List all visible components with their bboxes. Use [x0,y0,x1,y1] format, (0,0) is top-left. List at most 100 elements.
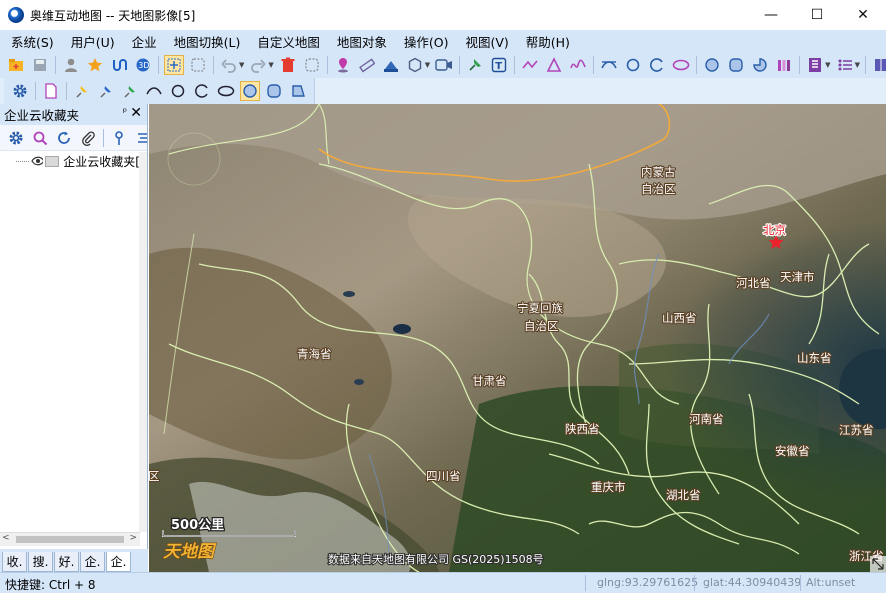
polyline-icon[interactable] [520,55,540,75]
separator [514,56,516,74]
book-icon[interactable] [871,55,886,75]
triangle-icon[interactable] [544,55,564,75]
minimize-button[interactable]: — [748,0,794,30]
satellite-map[interactable]: 内蒙古 自治区 北京 河北省 天津市 宁夏回族 自治区 山西省 青海省 甘肃省 … [149,104,886,572]
view-3d-icon[interactable]: 3D [133,55,153,75]
layers-icon[interactable] [805,55,825,75]
horizontal-scrollbar[interactable]: < > [0,532,140,546]
arc-outline-icon[interactable] [192,81,212,101]
delete-icon[interactable] [278,55,298,75]
separator [66,82,67,100]
filled-circle-icon[interactable] [702,55,722,75]
arc-icon[interactable] [647,55,667,75]
separator [158,56,159,74]
select-tool-icon[interactable] [164,55,184,75]
tab-favorites[interactable]: 收. [2,552,27,572]
panel-settings-icon[interactable] [6,128,26,148]
filled-polygon-icon[interactable] [726,55,746,75]
menu-enterprise[interactable]: 企业 [127,32,162,51]
maximize-button[interactable]: ☐ [794,0,840,30]
text-tool-icon[interactable]: T [489,55,509,75]
new-document-icon[interactable] [41,81,61,101]
yellow-pin-icon[interactable] [72,81,92,101]
scrollbar-thumb[interactable] [16,536,124,543]
attachment-icon[interactable] [78,128,98,148]
panel-tab-strip: 收. 搜. 好. 企. 企. [0,549,148,572]
location-icon[interactable] [109,128,129,148]
menu-map-switch[interactable]: 地图切换(L) [169,32,246,51]
polygon-shape-icon[interactable] [405,55,425,75]
place-marker-icon[interactable] [333,55,353,75]
tree-item[interactable]: 企业云收藏夹[ [0,152,140,170]
resize-corner-icon[interactable] [870,556,886,572]
list-icon[interactable] [835,55,855,75]
menu-map-objects[interactable]: 地图对象 [332,32,392,51]
undo-icon[interactable] [219,55,239,75]
refresh-icon[interactable] [54,128,74,148]
close-button[interactable]: ✕ [840,0,886,30]
save-icon[interactable] [30,55,50,75]
layers-dropdown-icon[interactable]: ▼ [825,61,830,69]
pin-panel-icon[interactable]: ᵖ [123,107,127,118]
area-measure-icon[interactable] [381,55,401,75]
map-attribution: 数据来自天地图有限公司 GS(2025)1508号 [328,552,544,566]
map-view[interactable]: 内蒙古 自治区 北京 河北省 天津市 宁夏回族 自治区 山西省 青海省 甘肃省 … [149,104,886,572]
shape-dropdown-icon[interactable]: ▼ [425,61,430,69]
ruler-icon[interactable] [357,55,377,75]
ellipse-outline-icon[interactable] [216,81,236,101]
bars-icon[interactable] [774,55,794,75]
menu-custom-map[interactable]: 自定义地图 [252,32,325,51]
tab-enterprise[interactable]: 企. [80,552,105,572]
deselect-icon[interactable] [302,55,322,75]
vertical-scrollbar[interactable] [139,152,147,532]
filled-circle-tool-icon[interactable] [240,81,260,101]
filled-square-tool-icon[interactable] [264,81,284,101]
latitude-readout: glat:44.30940439 [703,576,802,589]
rect-select-icon[interactable] [188,55,208,75]
curve-icon[interactable] [568,55,588,75]
circle-outline-icon[interactable] [168,81,188,101]
pin-tool-icon[interactable] [465,55,485,75]
favorite-star-icon[interactable] [85,55,105,75]
filled-shape-tool-icon[interactable] [288,81,308,101]
tab-enterprise-cloud[interactable]: 企. [106,552,131,572]
separator [459,56,461,74]
user-icon[interactable] [61,55,81,75]
map-label-qinghai: 青海省 [297,347,332,361]
settings-gear-icon[interactable] [10,81,30,101]
arc-line-icon[interactable] [599,55,619,75]
menu-system[interactable]: 系统(S) [6,32,59,51]
scroll-right-arrow-icon[interactable]: > [129,533,137,543]
panel-toolbar [0,125,147,151]
tab-search[interactable]: 搜. [28,552,53,572]
menu-view[interactable]: 视图(V) [460,32,513,51]
secondary-toolbar [0,78,886,104]
menu-help[interactable]: 帮助(H) [521,32,575,51]
track-icon[interactable] [109,55,129,75]
green-pin-icon[interactable] [120,81,140,101]
title-bar: 奥维互动地图 -- 天地图影像[5] — ☐ ✕ [0,0,886,30]
undo-dropdown-icon[interactable]: ▼ [239,61,244,69]
list-view-icon[interactable] [133,128,147,148]
map-label-hubei: 湖北省 [666,488,701,502]
scroll-left-arrow-icon[interactable]: < [2,533,10,543]
arc-line-icon[interactable] [144,81,164,101]
redo-dropdown-icon[interactable]: ▼ [268,61,273,69]
tab-friends[interactable]: 好. [54,552,79,572]
camera-icon[interactable] [434,55,454,75]
search-icon[interactable] [30,128,50,148]
close-panel-icon[interactable]: ✕ [130,105,142,121]
visibility-eye-icon[interactable] [31,156,44,166]
redo-icon[interactable] [248,55,268,75]
ellipse-icon[interactable] [671,55,691,75]
map-label-shandong: 山东省 [797,351,832,365]
map-label-neimenggu: 内蒙古 [641,165,676,179]
menu-operation[interactable]: 操作(O) [399,32,454,51]
filled-sector-icon[interactable] [750,55,770,75]
svg-text:T: T [495,61,502,72]
blue-pin-icon[interactable] [96,81,116,101]
list-dropdown-icon[interactable]: ▼ [855,61,860,69]
open-folder-icon[interactable] [6,55,26,75]
circle-icon[interactable] [623,55,643,75]
menu-user[interactable]: 用户(U) [66,32,120,51]
